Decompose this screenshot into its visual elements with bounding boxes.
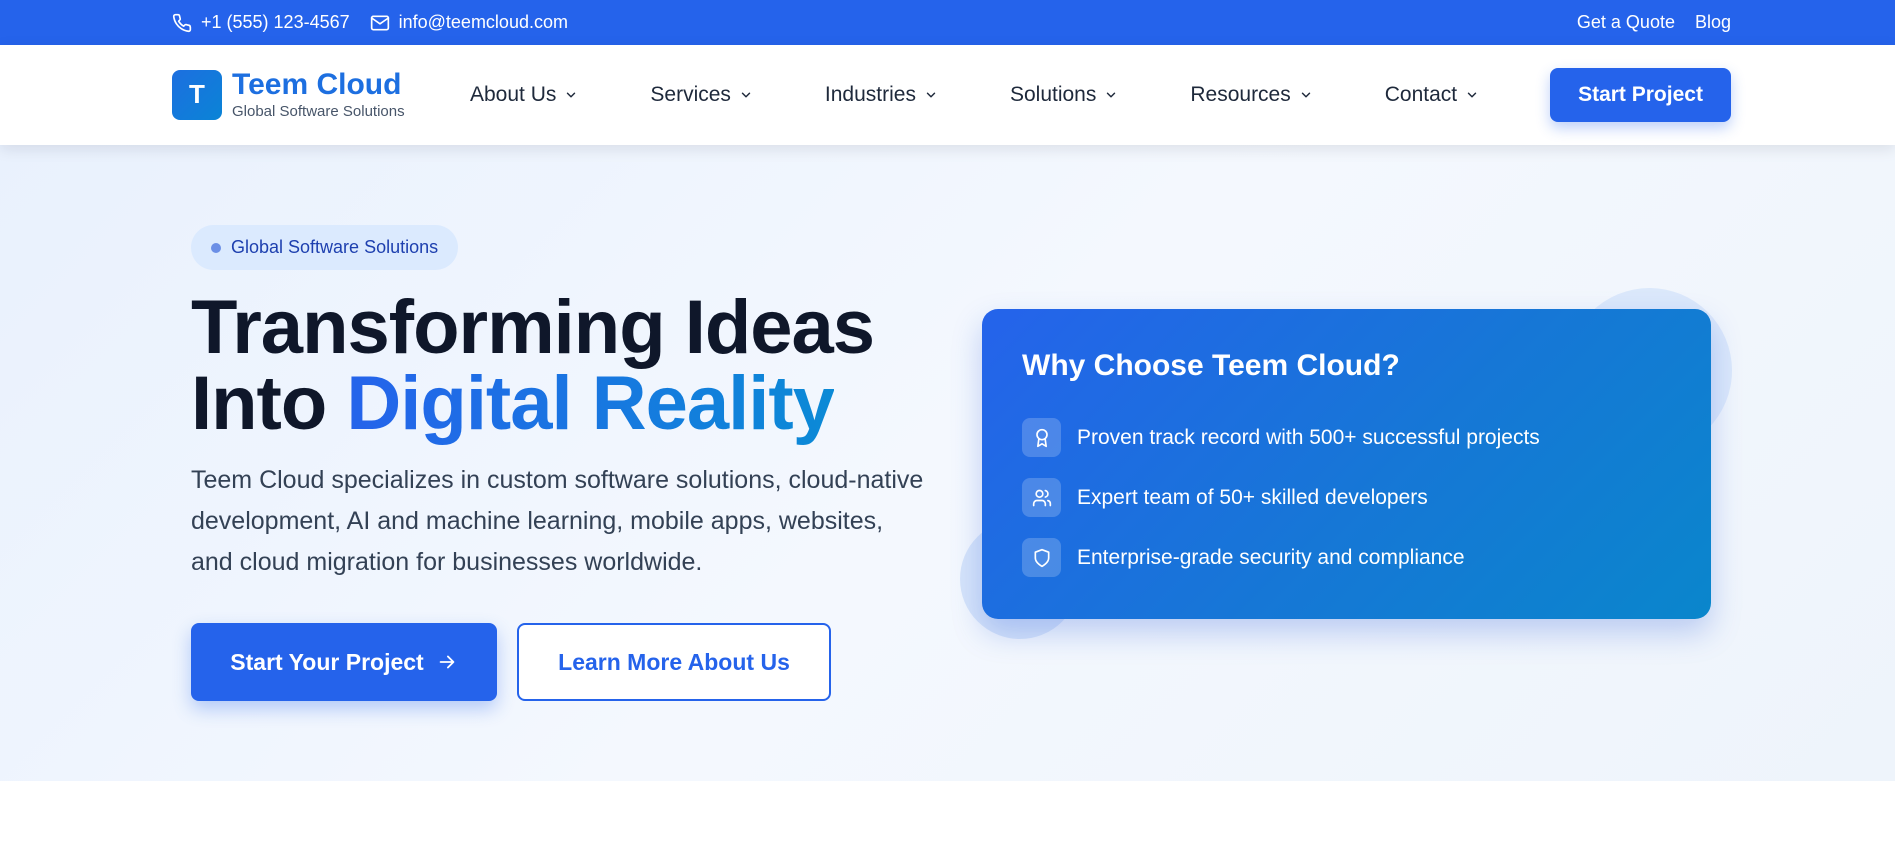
email-address: info@teemcloud.com (398, 12, 568, 32)
get-a-quote-link[interactable]: Get a Quote (1577, 12, 1675, 33)
hero-headline: Transforming Ideas Into Digital Reality (191, 290, 875, 442)
learn-more-about-us-button[interactable]: Learn More About Us (517, 623, 831, 701)
nav-item-industries[interactable]: Industries (825, 83, 938, 107)
feature-item: Expert team of 50+ skilled developers (1022, 478, 1428, 517)
logo-mark: T (172, 69, 222, 120)
headline-line-2-prefix: Into (191, 361, 347, 446)
chevron-down-icon (1107, 92, 1116, 98)
hero-section: Global Software Solutions Transforming I… (0, 145, 1895, 781)
feature-text: Proven track record with 500+ successful… (1077, 425, 1540, 449)
nav-menu: About Us Services Industries Solutions R… (470, 45, 1551, 145)
phone-icon (172, 13, 192, 32)
main-navigation: T Teem Cloud Global Software Solutions A… (0, 45, 1895, 145)
chevron-down-icon (926, 92, 936, 98)
hero-badge: Global Software Solutions (191, 225, 459, 270)
nav-item-resources[interactable]: Resources (1190, 83, 1312, 107)
hero-description: Teem Cloud specializes in custom softwar… (191, 466, 924, 576)
button-label: Start Your Project (230, 648, 424, 675)
nav-item-label: Solutions (1009, 83, 1097, 106)
why-choose-card: Why Choose Teem Cloud? Proven track reco… (982, 309, 1711, 619)
badge-label: Global Software Solutions (231, 237, 439, 257)
top-info-bar: +1 (555) 123-4567 info@teemcloud.com Get… (0, 0, 1895, 45)
brand-logo[interactable]: T Teem Cloud Global Software Solutions (172, 69, 405, 120)
users-icon (1022, 478, 1061, 517)
headline-line-1: Transforming Ideas (191, 285, 875, 370)
nav-item-services[interactable]: Services (650, 83, 753, 107)
mail-icon (370, 15, 389, 30)
nav-item-label: Services (650, 83, 731, 106)
shield-icon (1022, 538, 1061, 577)
feature-item: Proven track record with 500+ successful… (1022, 418, 1540, 457)
start-your-project-button[interactable]: Start Your Project (191, 623, 497, 701)
nav-item-about-us[interactable]: About Us (470, 83, 578, 107)
nav-item-solutions[interactable]: Solutions (1010, 83, 1118, 107)
brand-tagline: Global Software Solutions (232, 103, 405, 120)
chevron-down-icon (567, 92, 576, 98)
chevron-down-icon (1301, 92, 1310, 98)
topbar-email[interactable]: info@teemcloud.com (370, 12, 568, 33)
nav-item-label: Resources (1190, 83, 1291, 106)
arrow-right-icon (439, 655, 455, 669)
nav-item-label: Industries (824, 83, 916, 106)
feature-item: Enterprise-grade security and compliance (1022, 538, 1465, 577)
card-title: Why Choose Teem Cloud? (1022, 349, 1400, 382)
headline-accent: Digital Reality (346, 361, 835, 446)
nav-item-label: Contact (1384, 83, 1458, 106)
blog-link[interactable]: Blog (1695, 12, 1731, 33)
feature-text: Expert team of 50+ skilled developers (1077, 485, 1428, 509)
nav-item-label: About Us (470, 83, 557, 106)
chevron-down-icon (1467, 92, 1477, 98)
award-icon (1022, 418, 1061, 457)
chevron-down-icon (741, 92, 751, 98)
topbar-phone[interactable]: +1 (555) 123-4567 (172, 12, 350, 33)
nav-item-contact[interactable]: Contact (1385, 83, 1479, 107)
start-project-button[interactable]: Start Project (1550, 68, 1731, 122)
badge-dot (211, 243, 221, 253)
phone-number: +1 (555) 123-4567 (201, 12, 350, 32)
feature-text: Enterprise-grade security and compliance (1077, 545, 1465, 569)
brand-name: Teem Cloud (232, 68, 402, 101)
